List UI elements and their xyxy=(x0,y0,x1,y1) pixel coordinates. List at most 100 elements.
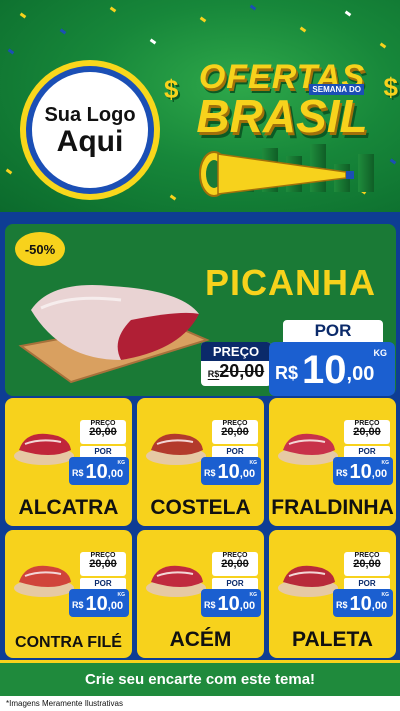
new-price-box: KG R$ 10,00 xyxy=(201,589,261,617)
picanha-image xyxy=(18,285,210,384)
unit-label: KG xyxy=(249,460,258,466)
product-name: FRALDINHA xyxy=(271,496,394,519)
meat-image xyxy=(14,433,74,465)
price-decimal: ,00 xyxy=(107,600,124,612)
old-price: 20,00 xyxy=(221,558,249,570)
meat-image xyxy=(278,433,338,465)
price-integer: 10 xyxy=(302,348,347,392)
unit-label: KG xyxy=(381,592,390,598)
price-decimal: ,00 xyxy=(107,468,124,480)
logo-line2: Aqui xyxy=(56,124,124,158)
unit-label: KG xyxy=(249,592,258,598)
por-label: POR xyxy=(283,320,383,342)
cta-banner: Crie seu encarte com este tema! xyxy=(0,660,400,696)
confetti xyxy=(389,158,397,165)
dollar-sign-left: $ xyxy=(164,74,179,104)
old-price-label: PREÇO xyxy=(201,342,271,361)
product-card: PREÇO 20,00 POR KG R$ 10,00 COSTELA xyxy=(137,398,264,526)
unit-label: KG xyxy=(117,592,126,598)
title-brasil: BRASIL xyxy=(196,90,368,142)
price-decimal: ,00 xyxy=(371,600,388,612)
price-integer: 10 xyxy=(85,461,108,483)
old-price: R$20,00 xyxy=(207,361,265,381)
por-label: POR xyxy=(344,578,390,589)
unit-label: KG xyxy=(373,348,388,358)
product-name: ACÉM xyxy=(169,628,232,651)
meat-image xyxy=(14,565,74,597)
old-price: 20,00 xyxy=(89,558,117,570)
old-price-box: PREÇO 20,00 xyxy=(344,420,390,444)
confetti xyxy=(7,48,15,55)
disclaimer: *Imagens Meramente Ilustrativas xyxy=(0,696,400,711)
price-integer: 10 xyxy=(217,461,240,483)
confetti xyxy=(109,6,117,13)
por-label: POR xyxy=(212,578,258,589)
old-price-box: PREÇO 20,00 xyxy=(212,420,258,444)
confetti xyxy=(249,4,257,11)
old-price-box: PREÇO 20,00 xyxy=(80,552,126,576)
vuvuzela-icon xyxy=(199,151,354,197)
confetti xyxy=(299,26,307,33)
old-price-box: PREÇO 20,00 xyxy=(344,552,390,576)
meat-image xyxy=(278,565,338,597)
new-price-box: KG R$ 10,00 xyxy=(69,457,129,485)
product-name: PICANHA xyxy=(205,262,377,303)
new-price-box: KG R$ 10,00 xyxy=(333,457,393,485)
currency: R$ xyxy=(72,468,84,478)
new-price-box: KG R$ 10,00 xyxy=(333,589,393,617)
product-card: PREÇO 20,00 POR KG R$ 10,00 PALETA xyxy=(269,530,396,658)
currency: R$ xyxy=(204,468,216,478)
meat-image xyxy=(146,565,206,597)
product-name: CONTRA FILÉ xyxy=(15,634,122,651)
campaign-title: $ $ OFERTAS SEMANA DO BRASIL xyxy=(164,58,398,142)
por-label: POR xyxy=(344,446,390,457)
confetti xyxy=(5,168,13,175)
confetti xyxy=(59,28,67,35)
product-card: PREÇO 20,00 POR KG R$ 10,00 FRALDINHA xyxy=(269,398,396,526)
confetti xyxy=(344,10,352,17)
old-price: 20,00 xyxy=(353,558,381,570)
product-card: PREÇO 20,00 POR KG R$ 10,00 ALCATRA xyxy=(5,398,132,526)
old-price-box: PREÇO 20,00 xyxy=(212,552,258,576)
currency: R$ xyxy=(72,600,84,610)
meat-image xyxy=(146,433,206,465)
por-label: POR xyxy=(80,446,126,457)
header-banner: Sua Logo Aqui $ $ OFERTAS SEMANA DO BRAS… xyxy=(0,0,400,212)
confetti xyxy=(19,12,27,19)
product-name: PALETA xyxy=(292,628,373,651)
price-integer: 10 xyxy=(349,461,372,483)
price-integer: 10 xyxy=(349,593,372,615)
por-label: POR xyxy=(212,446,258,457)
unit-label: KG xyxy=(381,460,390,466)
title-semana: SEMANA DO xyxy=(309,84,364,95)
currency: R$ xyxy=(336,600,348,610)
confetti xyxy=(199,16,207,23)
old-price: 20,00 xyxy=(353,426,381,438)
currency: R$ xyxy=(204,600,216,610)
price-decimal: ,00 xyxy=(371,468,388,480)
new-price-box: KG R$ 10 ,00 xyxy=(269,342,395,396)
old-price-box: PREÇO R$20,00 xyxy=(201,342,271,386)
unit-label: KG xyxy=(117,460,126,466)
confetti xyxy=(149,38,157,45)
offers-panel: -50% PICANHA PREÇO R$20,00 POR KG R$ 10 … xyxy=(0,212,400,674)
confetti xyxy=(169,194,177,201)
new-price-box: KG R$ 10,00 xyxy=(69,589,129,617)
price-integer: 10 xyxy=(217,593,240,615)
por-label: POR xyxy=(80,578,126,589)
dollar-sign-right: $ xyxy=(383,72,398,102)
price-decimal: ,00 xyxy=(346,363,375,385)
price-decimal: ,00 xyxy=(239,468,256,480)
product-name: ALCATRA xyxy=(18,496,119,519)
discount-badge: -50% xyxy=(15,232,65,266)
product-card: PREÇO 20,00 POR KG R$ 10,00 CONTRA FILÉ xyxy=(5,530,132,658)
currency: R$ xyxy=(275,363,299,383)
new-price-box: KG R$ 10,00 xyxy=(201,457,261,485)
old-price: 20,00 xyxy=(221,426,249,438)
price-integer: 10 xyxy=(85,593,108,615)
logo-placeholder: Sua Logo Aqui xyxy=(20,60,160,200)
product-card: PREÇO 20,00 POR KG R$ 10,00 ACÉM xyxy=(137,530,264,658)
currency: R$ xyxy=(336,468,348,478)
confetti xyxy=(379,42,387,49)
old-price-box: PREÇO 20,00 xyxy=(80,420,126,444)
